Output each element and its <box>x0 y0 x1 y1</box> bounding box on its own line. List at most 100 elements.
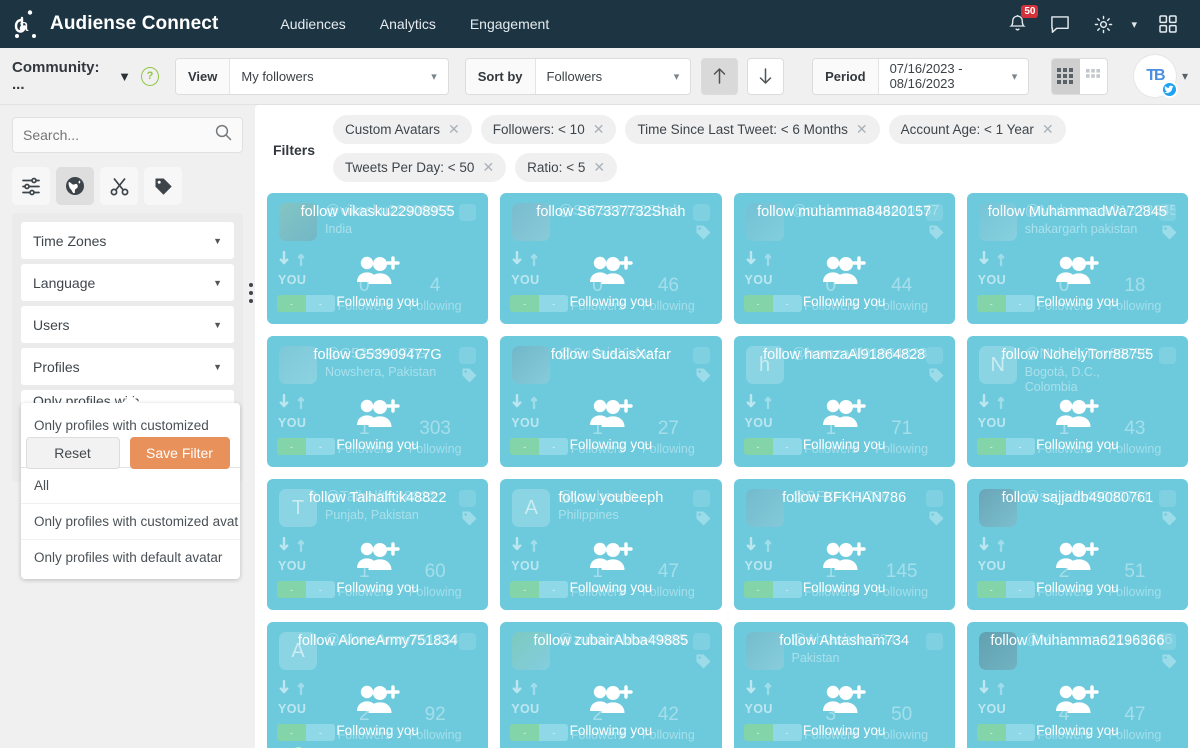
follow-action-title[interactable]: follow AloneArmy751834 <box>267 633 488 649</box>
view-select[interactable]: My followers ▾ <box>230 58 448 94</box>
profile-card[interactable]: @muhamma84820157 YOU - - 0 44 Followers … <box>733 193 955 324</box>
notifications-bell-icon[interactable]: 50 <box>1005 5 1039 36</box>
follow-action-title[interactable]: follow S67337732Shah <box>500 204 721 220</box>
search-box[interactable] <box>12 117 243 153</box>
follow-action-title[interactable]: follow Ahtasham734 <box>734 633 955 649</box>
profile-card[interactable]: @BFKHAN786 YOU - - 1 145 Followers Follo… <box>733 479 955 610</box>
follow-user-icon[interactable] <box>589 541 633 576</box>
filter-chip-time-since-last-tweet[interactable]: Time Since Last Tweet: < 6 Months ✕ <box>625 115 880 144</box>
dropdown-option-default-avatar[interactable]: Only profiles with default avatar <box>21 540 240 575</box>
tag-icon[interactable] <box>695 367 712 389</box>
follow-user-icon[interactable] <box>822 255 866 290</box>
dropdown-option-all[interactable]: All <box>21 468 240 504</box>
nav-link-audiences[interactable]: Audiences <box>280 16 345 32</box>
follow-action-title[interactable]: follow muhamma84820157 <box>734 204 955 220</box>
tag-icon[interactable] <box>695 653 712 675</box>
follow-user-icon[interactable] <box>356 541 400 576</box>
remove-chip-icon[interactable]: ✕ <box>593 121 605 138</box>
tag-icon[interactable] <box>928 367 945 389</box>
follow-user-icon[interactable] <box>356 398 400 433</box>
follow-action-title[interactable]: follow G53909477G <box>267 347 488 363</box>
nav-link-engagement[interactable]: Engagement <box>470 16 549 32</box>
save-filter-button[interactable]: Save Filter <box>129 437 230 469</box>
profile-card[interactable]: N @NohelyTorr88755 Bogotá, D.C., Colombi… <box>966 336 1188 467</box>
filter-chip-custom-avatars[interactable]: Custom Avatars ✕ <box>333 115 472 144</box>
community-selector[interactable]: Community: ... ▼ <box>12 59 131 93</box>
accordion-time-zones[interactable]: Time Zones ▼ <box>21 222 234 259</box>
brand-logo[interactable]: a Audiense Connect <box>14 9 218 39</box>
follow-user-icon[interactable] <box>822 541 866 576</box>
profile-card[interactable]: @Ahtasham734 Pakistan YOU - - 3 50 Follo… <box>733 622 955 748</box>
search-icon[interactable] <box>215 124 232 146</box>
follow-user-icon[interactable] <box>589 255 633 290</box>
tab-sliders[interactable] <box>12 167 50 205</box>
profile-card[interactable]: @S67337732Shah YOU - - 0 46 Followers Fo… <box>500 193 722 324</box>
follow-action-title[interactable]: follow hamzaAl91864828 <box>734 347 955 363</box>
profile-card[interactable]: @Muhamma62196366 YOU - - 4 47 Followers … <box>966 622 1188 748</box>
sidebar-resize-handle[interactable] <box>249 283 253 303</box>
remove-chip-icon[interactable]: ✕ <box>856 121 868 138</box>
follow-user-icon[interactable] <box>356 684 400 719</box>
accordion-language[interactable]: Language ▼ <box>21 264 234 301</box>
grid-view-dense-button[interactable] <box>1052 58 1080 94</box>
follow-user-icon[interactable] <box>1055 541 1100 576</box>
help-icon[interactable]: ? <box>140 66 159 86</box>
tab-globe[interactable] <box>56 167 94 205</box>
nav-link-analytics[interactable]: Analytics <box>380 16 436 32</box>
remove-chip-icon[interactable]: ✕ <box>593 159 605 176</box>
apps-grid-icon[interactable] <box>1156 12 1180 36</box>
follow-action-title[interactable]: follow vikasku22908955 <box>267 204 488 220</box>
follow-action-title[interactable]: follow Talhalftik48822 <box>267 490 488 506</box>
follow-user-icon[interactable] <box>589 398 633 433</box>
tag-icon[interactable] <box>1161 510 1178 532</box>
follow-user-icon[interactable] <box>822 684 866 719</box>
tab-scissors[interactable] <box>100 167 138 205</box>
profile-card[interactable]: h @hamzaAl91864828 YOU - - 1 71 Follower… <box>733 336 955 467</box>
profile-card[interactable]: @MuhammadWa72845 shakargarh pakistan YOU… <box>966 193 1188 324</box>
tag-icon[interactable] <box>695 510 712 532</box>
tag-icon[interactable] <box>1161 653 1178 675</box>
tag-icon[interactable] <box>928 510 945 532</box>
follow-user-icon[interactable] <box>1055 684 1100 719</box>
profile-card[interactable]: @vikasku22908955 India YOU - - 0 4 Follo… <box>267 193 489 324</box>
profile-card[interactable]: A @AloneArmy751834 ! YOU - - 2 92 Follow… <box>267 622 489 748</box>
settings-chevron-down-icon[interactable]: ▾ <box>1131 18 1137 31</box>
profile-card[interactable]: @sajjadb49080761 YOU - - 2 51 Followers … <box>966 479 1188 610</box>
follow-action-title[interactable]: follow youbeeph <box>500 490 721 506</box>
follow-action-title[interactable]: follow MuhammadWa72845 <box>967 204 1188 220</box>
profile-card[interactable]: @SudaisXafar YOU - - 1 27 Followers Foll… <box>500 336 722 467</box>
follow-user-icon[interactable] <box>356 255 400 290</box>
filter-chip-followers[interactable]: Followers: < 10 ✕ <box>480 115 617 144</box>
follow-action-title[interactable]: follow BFKHAN786 <box>734 490 955 506</box>
profile-card[interactable]: @G53909477G Nowshera, Pakistan YOU - - 1… <box>267 336 489 467</box>
follow-action-title[interactable]: follow SudaisXafar <box>500 347 721 363</box>
follow-user-icon[interactable] <box>1055 398 1100 433</box>
tag-icon[interactable] <box>461 367 478 389</box>
accordion-profiles[interactable]: Profiles ▼ <box>21 348 234 385</box>
tag-icon[interactable] <box>461 510 478 532</box>
follow-action-title[interactable]: follow sajjadb49080761 <box>967 490 1188 506</box>
profile-card[interactable]: @zubairAbba49885 YOU - - 2 42 Followers … <box>500 622 722 748</box>
profile-card[interactable]: T @Talhalftik48822 Punjab, Pakistan YOU … <box>267 479 489 610</box>
tag-icon[interactable] <box>928 224 945 246</box>
remove-chip-icon[interactable]: ✕ <box>1042 121 1054 138</box>
accordion-users[interactable]: Users ▼ <box>21 306 234 343</box>
follow-action-title[interactable]: follow NohelyTorr88755 <box>967 347 1188 363</box>
messages-chat-icon[interactable] <box>1048 12 1072 36</box>
sort-ascending-button[interactable] <box>701 57 739 95</box>
tag-icon[interactable] <box>1161 224 1178 246</box>
dropdown-option-customized-avatar[interactable]: Only profiles with customized avat <box>21 504 240 540</box>
grid-view-compact-button[interactable] <box>1079 58 1107 94</box>
follow-action-title[interactable]: follow zubairAbba49885 <box>500 633 721 649</box>
profile-card[interactable]: A @youbeeph Philippines YOU - - 1 47 Fol… <box>500 479 722 610</box>
follow-action-title[interactable]: follow Muhamma62196366 <box>967 633 1188 649</box>
filter-chip-account-age[interactable]: Account Age: < 1 Year ✕ <box>888 115 1066 144</box>
follow-user-icon[interactable] <box>1055 255 1100 290</box>
settings-gear-icon[interactable] <box>1091 12 1115 36</box>
filter-chip-ratio[interactable]: Ratio: < 5 ✕ <box>515 153 618 182</box>
filter-chip-tweets-per-day[interactable]: Tweets Per Day: < 50 ✕ <box>333 153 507 182</box>
account-avatar-menu[interactable]: TB ▾ <box>1133 55 1188 98</box>
reset-button[interactable]: Reset <box>25 437 120 469</box>
sort-select[interactable]: Followers ▾ <box>535 58 691 94</box>
tab-tag[interactable] <box>144 167 182 205</box>
